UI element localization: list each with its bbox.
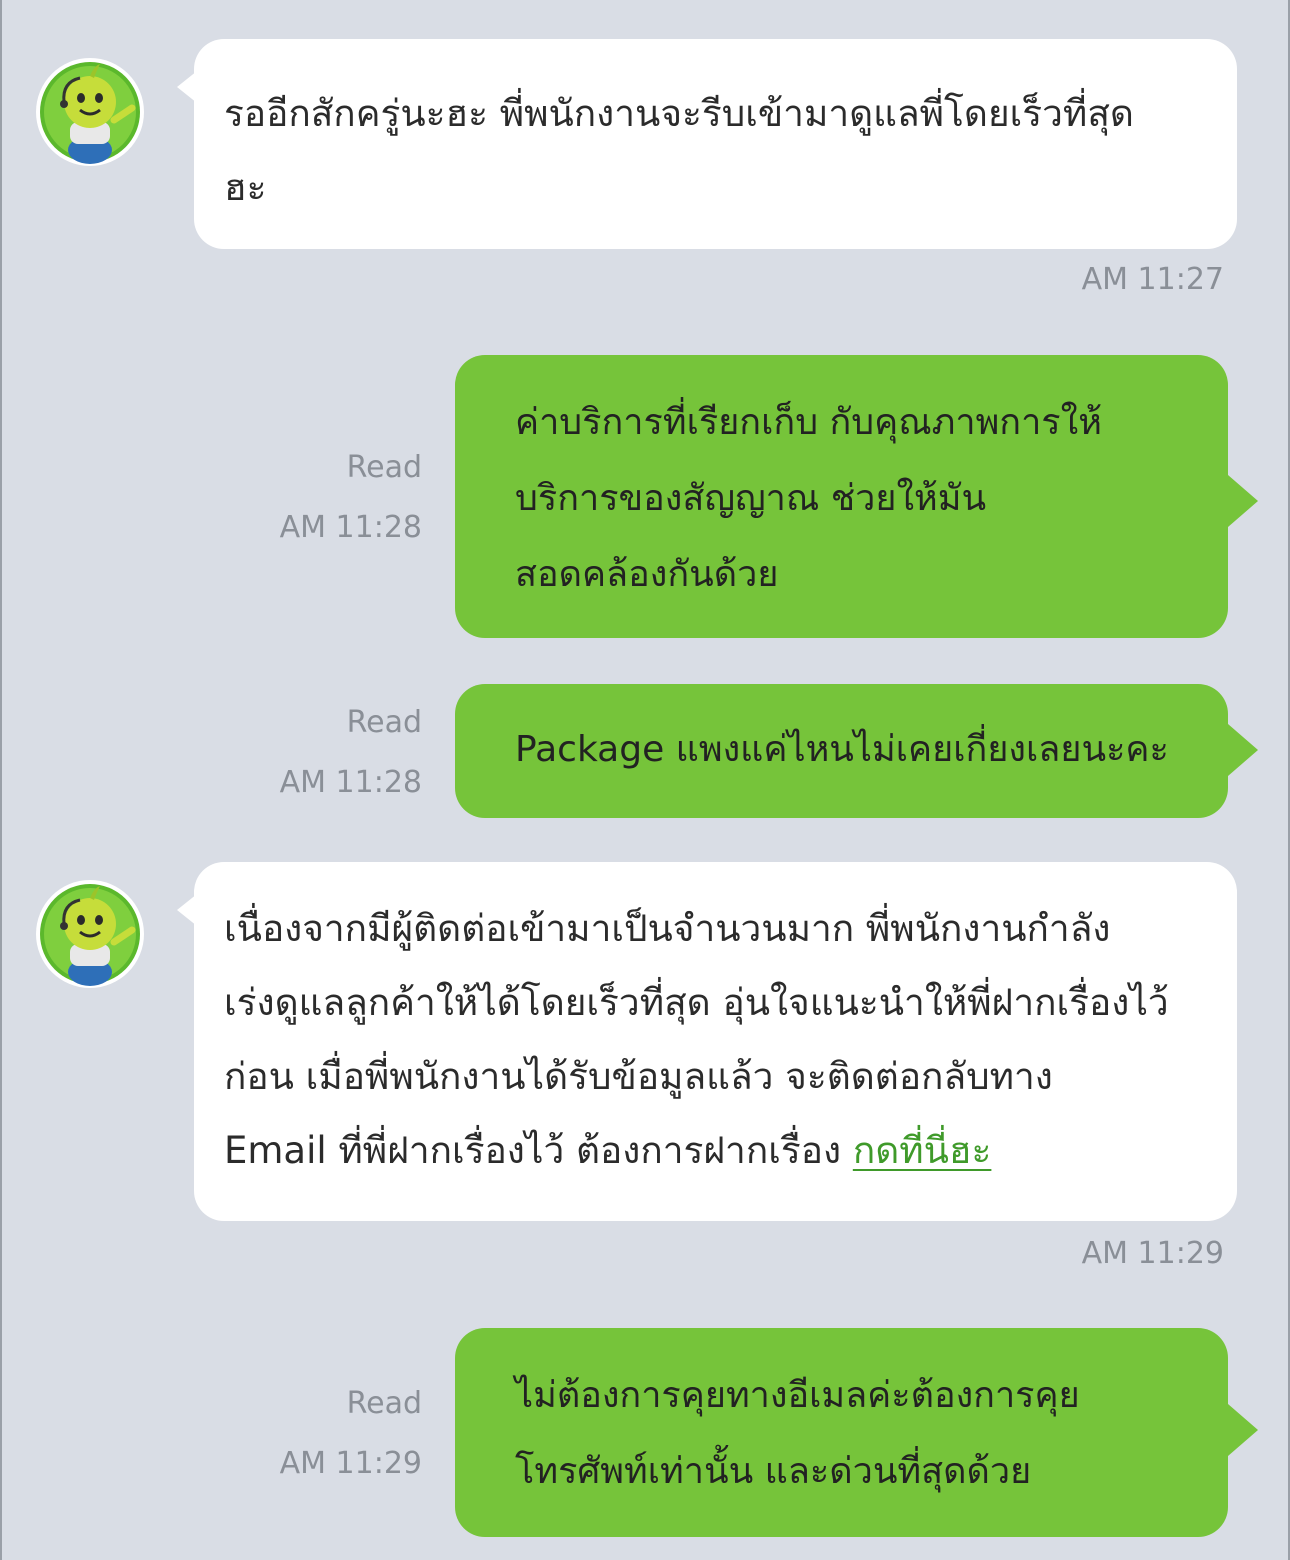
message-text-line: บริการของสัญญาณ ช่วยให้มัน <box>515 478 987 519</box>
window-left-edge <box>0 0 2 1560</box>
mascot-icon <box>40 884 140 986</box>
message-timestamp: AM 11:29 <box>1081 1236 1224 1271</box>
read-label: Read <box>346 1386 422 1421</box>
message-text-line: Email ที่พี่ฝากเรื่องไว้ ต้องการฝากเรื่อ… <box>224 1114 1203 1188</box>
message-text-line: ไม่ต้องการคุยทางอีเมลค่ะต้องการคุย <box>515 1375 1080 1416</box>
message-timestamp: AM 11:28 <box>279 765 422 800</box>
message-text: Email ที่พี่ฝากเรื่องไว้ ต้องการฝากเรื่อ… <box>224 1129 853 1172</box>
message-read-status: Read AM 11:29 <box>280 1374 422 1494</box>
message-read-status: Read AM 11:28 <box>280 693 422 813</box>
message-text-line: สอดคล้องกันด้วย <box>515 554 779 595</box>
message-text-line: ฮะ <box>224 166 267 209</box>
mascot-icon <box>40 62 140 164</box>
message-text-line: ค่าบริการที่เรียกเก็บ กับคุณภาพการให้ <box>515 402 1102 443</box>
message-read-status: Read AM 11:28 <box>280 438 422 558</box>
message-timestamp: AM 11:28 <box>279 510 422 545</box>
bot-avatar[interactable] <box>36 58 144 166</box>
message-bubble-incoming[interactable]: เนื่องจากมีผู้ติดต่อเข้ามาเป็นจำนวนมาก พ… <box>177 862 1237 1221</box>
leave-message-link[interactable]: กดที่นี่ฮะ <box>853 1129 992 1172</box>
message-bubble-incoming[interactable]: รออีกสักครู่นะฮะ พี่พนักงานจะรีบเข้ามาดู… <box>177 39 1237 249</box>
message-text-line: Package แพงแค่ไหนไม่เคยเกี่ยงเลยนะคะ <box>515 729 1169 770</box>
read-label: Read <box>346 450 422 485</box>
message-bubble-outgoing[interactable]: Package แพงแค่ไหนไม่เคยเกี่ยงเลยนะคะ <box>455 684 1258 818</box>
message-text-line: รออีกสักครู่นะฮะ พี่พนักงานจะรีบเข้ามาดู… <box>224 92 1134 135</box>
message-bubble-outgoing[interactable]: ไม่ต้องการคุยทางอีเมลค่ะต้องการคุย โทรศั… <box>455 1328 1258 1537</box>
message-text-line: เนื่องจากมีผู้ติดต่อเข้ามาเป็นจำนวนมาก พ… <box>224 907 1111 950</box>
read-label: Read <box>346 705 422 740</box>
message-text-line: ก่อน เมื่อพี่พนักงานได้รับข้อมูลแล้ว จะต… <box>224 1055 1053 1098</box>
message-timestamp: AM 11:29 <box>279 1446 422 1481</box>
message-text-line: เร่งดูแลลูกค้าให้ได้โดยเร็วที่สุด อุ่นใจ… <box>224 981 1169 1024</box>
message-bubble-outgoing[interactable]: ค่าบริการที่เรียกเก็บ กับคุณภาพการให้ บร… <box>455 355 1258 638</box>
message-timestamp: AM 11:27 <box>1081 262 1224 297</box>
message-text-line: โทรศัพท์เท่านั้น และด่วนที่สุดด้วย <box>515 1451 1032 1492</box>
bot-avatar[interactable] <box>36 880 144 988</box>
